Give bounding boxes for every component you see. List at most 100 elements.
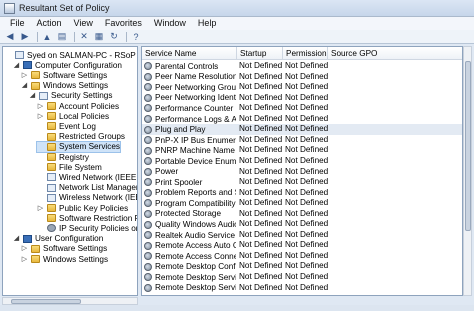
service-row[interactable]: Peer Networking Identity ManagerNot Defi…	[142, 93, 462, 104]
service-row[interactable]: Parental Controls Not Defined Not Defined	[142, 61, 462, 72]
service-row[interactable]: Performance Counter DLL HostNot DefinedN…	[142, 103, 462, 114]
tree-item[interactable]: ◢ Windows Settings	[21, 81, 108, 91]
tree-item[interactable]: Registry	[37, 152, 89, 162]
collapse-arrow-icon[interactable]: ◢	[13, 62, 20, 69]
service-name-cell: Print Spooler	[144, 177, 236, 188]
policy-icon	[47, 173, 56, 182]
service-row[interactable]: PNRP Machine Name PublicationNot Defined…	[142, 145, 462, 156]
service-row[interactable]: Remote Desktop ConfigurationNot DefinedN…	[142, 261, 462, 272]
service-row[interactable]: Quality Windows Audio VideoNot DefinedNo…	[142, 219, 462, 230]
tree-item[interactable]: Syed on SALMAN-PC - RSoP	[5, 50, 136, 60]
tree-item-label: User Configuration	[35, 234, 104, 244]
tree-item[interactable]: Wireless Network (IEEE 802.11)	[37, 193, 137, 203]
permission-cell: Not Defined	[285, 261, 329, 271]
tree-item-label: Network List Manager Policies	[59, 183, 138, 193]
show-tree-icon[interactable]: ▤	[56, 31, 68, 42]
tree-item[interactable]: Event Log	[37, 121, 96, 131]
service-row[interactable]: Program Compatibility AssistantNot Defin…	[142, 198, 462, 209]
tree-item-label: Computer Configuration	[35, 60, 122, 70]
service-row[interactable]: Peer Name Resolution ProtocolNot Defined…	[142, 71, 462, 83]
menu-favorites[interactable]: Favorites	[99, 17, 148, 30]
startup-cell: Not Defined	[239, 250, 283, 260]
service-row[interactable]: Peer Networking GroupingNot DefinedNot D…	[142, 82, 462, 93]
delete-icon[interactable]: ✕	[78, 31, 90, 42]
collapse-arrow-icon[interactable]: ◢	[21, 82, 28, 89]
properties-icon[interactable]: ▦	[93, 31, 105, 42]
tree-item[interactable]: ▷ Windows Settings	[21, 254, 108, 264]
expand-arrow-icon[interactable]: ▷	[21, 256, 28, 263]
menu-view[interactable]: View	[68, 17, 99, 30]
startup-cell: Not Defined	[239, 124, 283, 134]
expand-arrow-icon[interactable]: ▷	[21, 72, 28, 79]
tree-item[interactable]: System Services	[36, 140, 121, 153]
collapse-arrow-icon[interactable]: ◢	[13, 235, 20, 242]
service-name-cell: Quality Windows Audio Video	[144, 219, 236, 230]
services-list[interactable]: Service Name Startup Permission Source GPO P…	[141, 46, 463, 296]
collapse-arrow-icon[interactable]: ◢	[29, 92, 36, 99]
service-name-cell: Parental Controls	[144, 61, 236, 72]
back-icon[interactable]: ◀	[4, 31, 16, 42]
policy-icon	[39, 91, 48, 100]
column-header[interactable]: Permission	[283, 47, 328, 60]
service-gear-icon	[144, 220, 152, 229]
column-header[interactable]: Startup	[237, 47, 283, 60]
service-row[interactable]: Protected Storage Not Defined Not Defined	[142, 209, 462, 220]
forward-icon[interactable]: ▶	[19, 31, 31, 42]
service-row[interactable]: Remote Desktop ServicesNot DefinedNot De…	[142, 272, 462, 283]
expand-arrow-icon[interactable]: ▷	[37, 205, 44, 212]
tree-item[interactable]: Wired Network (IEEE 802.3)	[37, 172, 137, 182]
tree-item[interactable]: Software Restriction Policies	[37, 213, 137, 223]
column-header[interactable]: Service Name	[142, 47, 237, 60]
tree-item[interactable]: IP Security Policies on Local	[37, 223, 137, 233]
tree-item[interactable]: ▷ Software Settings	[21, 244, 107, 254]
menu-file[interactable]: File	[4, 17, 31, 30]
tree-item[interactable]: ◢ Computer Configuration	[13, 60, 122, 70]
service-row[interactable]: Realtek Audio Service Not Defined Not Defi…	[142, 230, 462, 241]
menu-window[interactable]: Window	[148, 17, 192, 30]
expand-arrow-icon[interactable]: ▷	[37, 103, 44, 110]
tree-item-label: Wireless Network (IEEE 802.11)	[59, 193, 137, 203]
pc-icon	[23, 234, 32, 243]
refresh-icon[interactable]: ↻	[108, 31, 120, 42]
expand-arrow-icon[interactable]: ▷	[37, 113, 44, 120]
service-row[interactable]: Portable Device EnumeratorNot DefinedNot…	[142, 156, 462, 167]
tree-item[interactable]: ◢ Security Settings	[29, 91, 113, 101]
startup-cell: Not Defined	[239, 261, 283, 271]
startup-cell: Not Defined	[239, 134, 283, 144]
app-icon	[4, 2, 15, 14]
column-header[interactable]: Source GPO	[328, 47, 462, 60]
permission-cell: Not Defined	[285, 282, 329, 292]
service-row[interactable]: Power Not Defined Not Defined	[142, 167, 462, 178]
service-row[interactable]: Print Spooler Not Defined Not Defined	[142, 177, 462, 188]
up-folder-icon[interactable]: ▲	[41, 31, 53, 42]
tree-item[interactable]: File System	[37, 162, 102, 172]
menu-action[interactable]: Action	[31, 17, 68, 30]
menu-help[interactable]: Help	[192, 17, 223, 30]
service-row[interactable]: PnP-X IP Bus EnumeratorNot DefinedNot De…	[142, 134, 462, 146]
service-name-cell: Protected Storage	[144, 209, 236, 220]
tree-item[interactable]: ▷ Local Policies	[37, 111, 109, 121]
console-tree[interactable]: Syed on SALMAN-PC - RSoP ◢ Computer Config…	[2, 46, 138, 296]
service-gear-icon	[144, 104, 152, 113]
tree-item[interactable]: ◢ User Configuration	[13, 234, 103, 244]
service-row[interactable]: Plug and Play Not Defined Not Defined	[142, 124, 462, 135]
tree-item[interactable]: ▷ Account Policies	[37, 101, 119, 111]
service-row[interactable]: Remote Access ConnectionNot DefinedNot D…	[142, 250, 462, 262]
list-vertical-scrollbar[interactable]	[463, 46, 472, 296]
tree-item[interactable]: ▷ Software Settings	[21, 70, 107, 80]
service-row[interactable]: Problem Reports and SolutionsNot Defined…	[142, 188, 462, 199]
scrollbar-thumb[interactable]	[11, 299, 81, 304]
tree-item-label: Windows Settings	[43, 254, 109, 264]
tree-item[interactable]: Restricted Groups	[37, 132, 125, 142]
service-row[interactable]: Remote Access Auto ConnectionNot Defined…	[142, 240, 462, 251]
menu-bar: File Action View Favorites Window Help	[0, 17, 474, 30]
service-row[interactable]: Performance Logs & AlertsNot DefinedNot …	[142, 114, 462, 125]
expand-arrow-icon[interactable]: ▷	[21, 245, 28, 252]
tree-horizontal-scrollbar[interactable]	[2, 297, 138, 305]
service-row[interactable]: Remote Desktop Services UserModeNot Defi…	[142, 282, 462, 294]
tree-item[interactable]: Network List Manager Policies	[37, 183, 138, 193]
permission-cell: Not Defined	[285, 71, 329, 81]
scrollbar-thumb[interactable]	[465, 61, 471, 231]
help-icon[interactable]: ?	[130, 31, 142, 42]
tree-item[interactable]: ▷ Public Key Policies	[37, 203, 128, 213]
